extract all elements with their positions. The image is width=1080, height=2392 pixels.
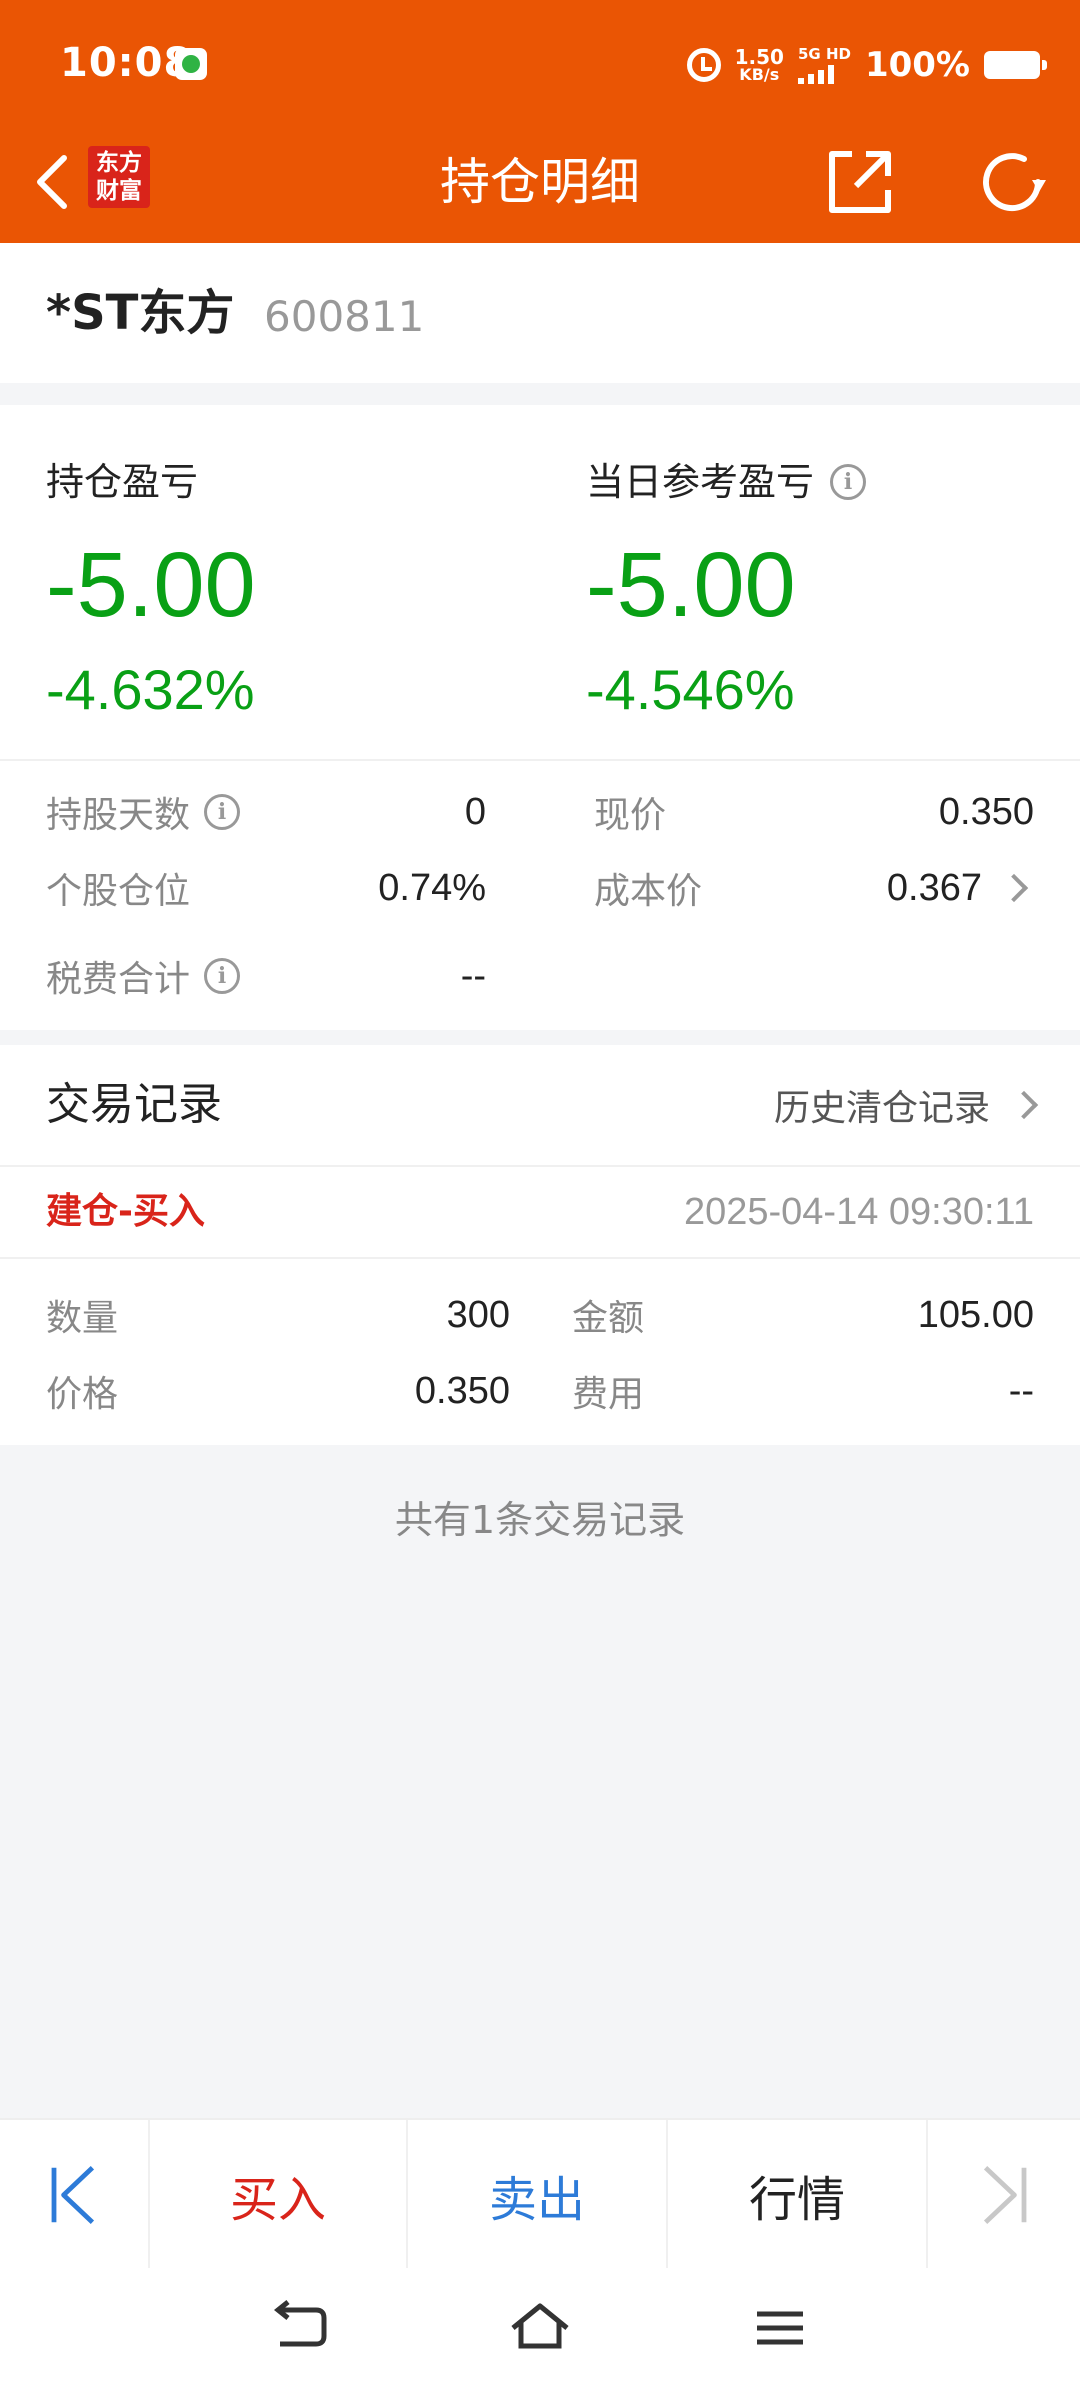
position-pl-percent: -4.632% bbox=[46, 658, 255, 721]
amount-label: 金额 bbox=[572, 1298, 645, 1339]
system-menu-button[interactable] bbox=[745, 2298, 815, 2358]
position-pl-label: 持仓盈亏 bbox=[46, 457, 198, 507]
network-speed: 1.50 KB/s bbox=[735, 47, 784, 83]
stats-row-3: 税费合计 i -- bbox=[0, 941, 1080, 1011]
amount-value: 105.00 bbox=[917, 1293, 1034, 1336]
battery-icon bbox=[984, 51, 1047, 79]
previous-stock-button[interactable] bbox=[0, 2120, 150, 2270]
chevron-right-icon bbox=[1009, 1090, 1039, 1120]
quantity-field: 数量 300 bbox=[46, 1285, 510, 1345]
network-speed-value: 1.50 bbox=[734, 45, 784, 69]
amount-field: 金额 105.00 bbox=[572, 1285, 1034, 1345]
price-field: 价格 0.350 bbox=[46, 1361, 510, 1421]
fee-label: 费用 bbox=[572, 1374, 645, 1415]
bottom-action-bar: 买入 卖出 行情 bbox=[0, 2118, 1080, 2270]
hold-days-label-text: 持股天数 bbox=[46, 795, 191, 836]
network-type-label: 5G HD bbox=[797, 45, 851, 63]
share-icon bbox=[829, 151, 891, 213]
history-clear-link-label: 历史清仓记录 bbox=[773, 1088, 990, 1129]
position-pl-label-text: 持仓盈亏 bbox=[46, 460, 199, 504]
quantity-label: 数量 bbox=[46, 1298, 119, 1339]
network-speed-unit: KB/s bbox=[739, 65, 780, 84]
trade-type: 建仓-买入 bbox=[46, 1191, 205, 1232]
trade-records-card: 交易记录 历史清仓记录 建仓-买入 2025-04-14 09:30:11 数量… bbox=[0, 1045, 1080, 1445]
page-title: 持仓明细 bbox=[440, 153, 640, 211]
quantity-value: 300 bbox=[446, 1293, 510, 1336]
sell-button[interactable]: 卖出 bbox=[408, 2120, 668, 2270]
stock-title-card: *ST东方 600811 bbox=[0, 243, 1080, 383]
status-bar: 10:08 1.50 KB/s 5G HD 100% bbox=[0, 0, 1080, 120]
cost-price-stat[interactable]: 成本价 0.367 bbox=[594, 853, 1034, 923]
fee-value: -- bbox=[1008, 1369, 1034, 1412]
brand-logo-line2: 财富 bbox=[96, 178, 142, 204]
tax-label: 税费合计 i bbox=[46, 950, 241, 1002]
trade-section-title: 交易记录 bbox=[46, 1079, 222, 1130]
position-ratio-label: 个股仓位 bbox=[46, 871, 191, 912]
menu-icon bbox=[757, 2311, 803, 2345]
info-icon[interactable]: i bbox=[204, 958, 241, 994]
next-stock-button[interactable] bbox=[928, 2120, 1080, 2270]
profit-summary-card: 持仓盈亏 -5.00 -4.632% 当日参考盈亏 i -5.00 -4.546… bbox=[0, 405, 1080, 1030]
hold-days-value: 0 bbox=[464, 790, 486, 833]
cost-price-value: 0.367 bbox=[886, 866, 982, 909]
brand-logo-line1: 东方 bbox=[96, 150, 142, 176]
fee-field: 费用 -- bbox=[572, 1361, 1034, 1421]
signal-icon bbox=[797, 64, 834, 84]
share-button[interactable] bbox=[822, 144, 898, 220]
daily-pl-value: -5.00 bbox=[586, 534, 796, 636]
skip-previous-icon bbox=[51, 2166, 95, 2224]
info-icon[interactable]: i bbox=[830, 464, 867, 500]
home-icon bbox=[511, 2303, 569, 2349]
trade-time: 2025-04-14 09:30:11 bbox=[683, 1191, 1034, 1233]
system-navigation-bar bbox=[0, 2268, 1080, 2392]
tax-value: -- bbox=[460, 954, 486, 997]
hold-days-label: 持股天数 i bbox=[46, 786, 241, 838]
daily-pl-label-text: 当日参考盈亏 bbox=[586, 460, 815, 504]
navigation-bar: 持仓明细 东方 财富 bbox=[0, 120, 1080, 243]
app-header: 10:08 1.50 KB/s 5G HD 100% 持仓明细 东方 财富 bbox=[0, 0, 1080, 243]
skip-next-icon bbox=[983, 2166, 1027, 2224]
daily-pl-label: 当日参考盈亏 i bbox=[586, 457, 867, 507]
back-button[interactable] bbox=[20, 145, 84, 219]
current-price-stat: 现价 0.350 bbox=[594, 777, 1034, 847]
divider bbox=[0, 1165, 1080, 1167]
status-indicators: 1.50 KB/s 5G HD 100% bbox=[686, 40, 1047, 90]
refresh-icon bbox=[983, 153, 1046, 212]
brand-logo[interactable]: 东方 财富 bbox=[88, 146, 150, 208]
current-price-value: 0.350 bbox=[938, 790, 1034, 833]
history-clear-link[interactable]: 历史清仓记录 bbox=[773, 1075, 1039, 1135]
cell-signal: 5G HD bbox=[797, 45, 851, 84]
battery-percent: 100% bbox=[864, 45, 970, 85]
price-label: 价格 bbox=[46, 1374, 119, 1415]
position-ratio-value: 0.74% bbox=[378, 866, 486, 909]
refresh-button[interactable] bbox=[974, 144, 1050, 220]
current-price-label: 现价 bbox=[594, 795, 667, 836]
position-ratio-stat: 个股仓位 0.74% bbox=[46, 853, 486, 923]
chevron-right-icon bbox=[999, 873, 1029, 903]
stats-row-2: 个股仓位 0.74% 成本价 0.367 bbox=[0, 853, 1080, 923]
position-pl-value: -5.00 bbox=[46, 534, 256, 636]
stats-row-1: 持股天数 i 0 现价 0.350 bbox=[0, 777, 1080, 847]
return-icon bbox=[273, 2300, 327, 2347]
status-time: 10:08 bbox=[60, 40, 193, 86]
chevron-left-icon bbox=[37, 155, 67, 209]
daily-pl-percent: -4.546% bbox=[586, 658, 795, 721]
quote-button[interactable]: 行情 bbox=[668, 2120, 928, 2270]
alarm-icon bbox=[686, 48, 721, 82]
stock-name: *ST东方 bbox=[46, 285, 235, 341]
info-icon[interactable]: i bbox=[204, 794, 241, 830]
cost-price-label: 成本价 bbox=[594, 871, 703, 912]
system-home-button[interactable] bbox=[505, 2298, 575, 2358]
price-value: 0.350 bbox=[414, 1369, 510, 1412]
trade-record-count: 共有1条交易记录 bbox=[394, 1498, 686, 1542]
divider bbox=[0, 1257, 1080, 1259]
tax-stat: 税费合计 i -- bbox=[46, 941, 486, 1011]
buy-button[interactable]: 买入 bbox=[150, 2120, 408, 2270]
tax-label-text: 税费合计 bbox=[46, 959, 191, 1000]
stock-code: 600811 bbox=[264, 292, 425, 341]
system-back-button[interactable] bbox=[264, 2298, 334, 2358]
divider bbox=[0, 759, 1080, 761]
hold-days-stat: 持股天数 i 0 bbox=[46, 777, 486, 847]
notification-app-icon bbox=[175, 48, 207, 80]
